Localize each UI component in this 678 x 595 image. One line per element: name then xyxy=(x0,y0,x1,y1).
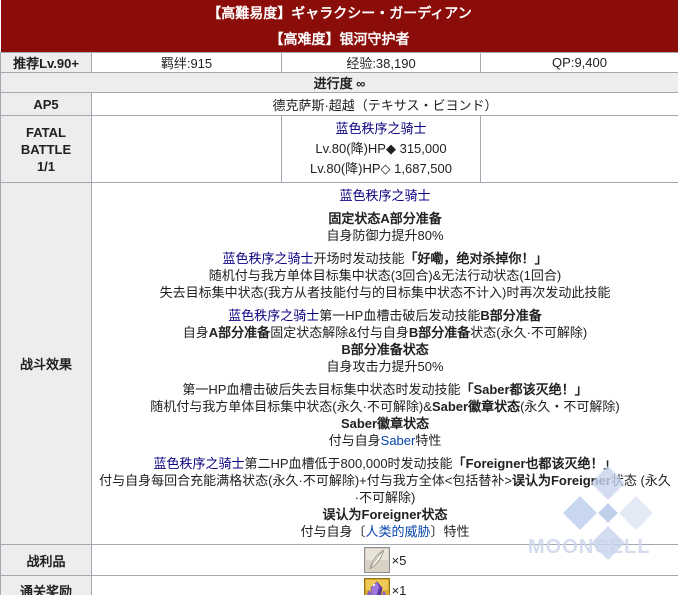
effect-text: 自身攻击力提升50% xyxy=(326,359,444,374)
effect-paragraph: 第一HP血槽击破后失去目标集中状态时发动技能「Saber都该灭绝！」随机付与我方… xyxy=(98,381,672,449)
effect-text: 状态(永久·不可解除) xyxy=(470,325,588,340)
effect-text: B部分准备状态 xyxy=(341,342,429,357)
effect-paragraph: 蓝色秩序之骑士开场时发动技能「好嘞，绝对杀掉你！」随机付与我方单体目标集中状态(… xyxy=(98,250,672,301)
quest-title-cn: 【高难度】银河守护者 xyxy=(0,26,678,53)
effect-text: 自身 xyxy=(182,325,209,340)
effect-text: 「好嘞，绝对杀掉你！」 xyxy=(404,251,548,266)
effect-paragraph: 蓝色秩序之骑士第二HP血槽低于800,000时发动技能「Foreigner也都该… xyxy=(98,455,672,540)
enemy-slot-empty-left xyxy=(91,115,282,183)
effect-text: 失去目标集中状态(我方从者技能付与的目标集中状态不计入)时再次发动此技能 xyxy=(159,285,611,300)
effect-text: 付与自身 xyxy=(328,433,381,448)
effect-text: 开场时发动技能 xyxy=(313,251,405,266)
effect-paragraph: 蓝色秩序之骑士第一HP血槽击破后发动技能B部分准备 自身A部分准备固定状态解除&付… xyxy=(98,307,672,375)
effect-text: 误认为Foreigner xyxy=(511,473,611,488)
enemy-link[interactable]: 蓝色秩序之骑士 xyxy=(222,251,313,266)
effect-paragraph: 蓝色秩序之骑士 xyxy=(98,187,672,204)
effect-text: B部分准备 xyxy=(408,325,471,340)
reward-count: ×1 xyxy=(391,583,407,595)
quest-title-jp: 【高難易度】ギャラクシー・ガーディアン xyxy=(0,0,678,26)
effect-text: A部分准备 xyxy=(208,325,271,340)
quest-page: 【高難易度】ギャラクシー・ガーディアン 【高难度】银河守护者 推荐Lv.90+ … xyxy=(0,0,678,595)
effect-text: 固定状态解除&付与自身 xyxy=(270,325,409,340)
drops-label: 战利品 xyxy=(0,544,92,576)
ap-row: AP5 德克萨斯·超越（テキサス・ビヨンド） xyxy=(0,92,678,116)
effect-text: 第一HP血槽击破后失去目标集中状态时发动技能 xyxy=(182,382,461,397)
stats-row: 推荐Lv.90+ 羁绊:915 经验:38,190 QP:9,400 xyxy=(0,52,678,73)
effect-text: 第一HP血槽击破后发动技能 xyxy=(319,308,481,323)
drops-content: ×5 xyxy=(90,544,678,576)
effect-text: 付与自身〔 xyxy=(300,524,366,539)
qp-value: QP:9,400 xyxy=(479,52,678,73)
enemy-link[interactable]: 蓝色秩序之骑士 xyxy=(228,308,319,323)
fatal-battle-label-line2: 1/1 xyxy=(36,158,56,174)
enemy-link[interactable]: 蓝色秩序之骑士 xyxy=(340,188,431,203)
effect-text: 「Saber都该灭绝！」 xyxy=(460,382,588,397)
enemy-hp-bar2: Lv.80(降)HP◇ 1,687,500 xyxy=(310,161,452,176)
effect-text: 自身防御力提升80% xyxy=(326,228,444,243)
clear-reward-content: ×1 xyxy=(90,575,678,595)
fatal-battle-label-line1: FATAL BATTLE xyxy=(20,124,72,157)
recommend-level-label: 推荐Lv.90+ xyxy=(0,52,92,73)
enemy-link[interactable]: 蓝色秩序之骑士 xyxy=(153,456,244,471)
clear-reward-label: 通关奖励 xyxy=(0,575,92,595)
effect-text: 〕特性 xyxy=(430,524,470,539)
crystallized-lore-icon[interactable] xyxy=(363,577,390,595)
effect-text: (永久・不可解除) xyxy=(520,399,620,414)
bond-value: 羁绊:915 xyxy=(91,52,282,73)
effect-text: 特性 xyxy=(415,433,442,448)
quest-location: 德克萨斯·超越（テキサス・ビヨンド） xyxy=(90,92,678,116)
effect-text: 随机付与我方单体目标集中状态(3回合)&无法行动状态(1回合) xyxy=(208,268,562,283)
quest-title-row-jp: 【高難易度】ギャラクシー・ガーディアン xyxy=(0,0,678,26)
exp-value: 经验:38,190 xyxy=(281,52,481,73)
enemy-slot-empty-right xyxy=(479,115,678,183)
quest-table: 【高難易度】ギャラクシー・ガーディアン 【高难度】银河守护者 推荐Lv.90+ … xyxy=(0,0,678,595)
trait-link[interactable]: 人类的威胁 xyxy=(366,524,431,539)
battle-effects-row: 战斗效果 蓝色秩序之骑士 固定状态A部分准备 自身防御力提升80% 蓝色秩序之骑士开场… xyxy=(0,182,678,545)
progress-label: 进行度 ∞ xyxy=(0,72,678,93)
effect-text: 误认为Foreigner状态 xyxy=(322,507,448,522)
ap-label: AP5 xyxy=(0,92,92,116)
enemy-info-cell: 蓝色秩序之骑士 Lv.80(降)HP◆ 315,000 Lv.80(降)HP◇ … xyxy=(281,115,481,183)
effect-text: Saber徽章状态 xyxy=(340,416,430,431)
battle-effects-label: 战斗效果 xyxy=(0,182,92,545)
effect-text: Saber徽章状态 xyxy=(431,399,521,414)
trait-link[interactable]: Saber xyxy=(381,433,416,448)
fatal-battle-row: FATAL BATTLE 1/1 蓝色秩序之骑士 Lv.80(降)HP◆ 315… xyxy=(0,115,678,183)
effect-text: 付与自身每回合充能满格状态(永久·不可解除)+付与我方全体<包括替补> xyxy=(99,473,512,488)
progress-row: 进行度 ∞ xyxy=(0,72,678,93)
effect-text: 「Foreigner也都该灭绝！」 xyxy=(452,456,617,471)
effect-text: 第二HP血槽低于800,000时发动技能 xyxy=(244,456,453,471)
enemy-link[interactable]: 蓝色秩序之骑士 xyxy=(335,121,426,136)
effect-text: 固定状态A部分准备 xyxy=(328,211,442,226)
effect-paragraph: 固定状态A部分准备 自身防御力提升80% xyxy=(98,210,672,244)
drop-count: ×5 xyxy=(391,552,407,568)
enemy-hp-bar1: Lv.80(降)HP◆ 315,000 xyxy=(315,141,447,156)
clear-reward-row: 通关奖励 ×1 xyxy=(0,575,678,595)
battle-effects-content: 蓝色秩序之骑士 固定状态A部分准备 自身防御力提升80% 蓝色秩序之骑士开场时发动技能… xyxy=(90,182,678,545)
effect-text: B部分准备 xyxy=(480,308,542,323)
fatal-battle-label: FATAL BATTLE 1/1 xyxy=(0,115,92,183)
effect-text: 随机付与我方单体目标集中状态(永久·不可解除)& xyxy=(150,399,432,414)
quest-title-row-cn: 【高难度】银河守护者 xyxy=(0,26,678,53)
feather-material-icon[interactable] xyxy=(363,547,390,573)
drops-row: 战利品 ×5 xyxy=(0,544,678,576)
